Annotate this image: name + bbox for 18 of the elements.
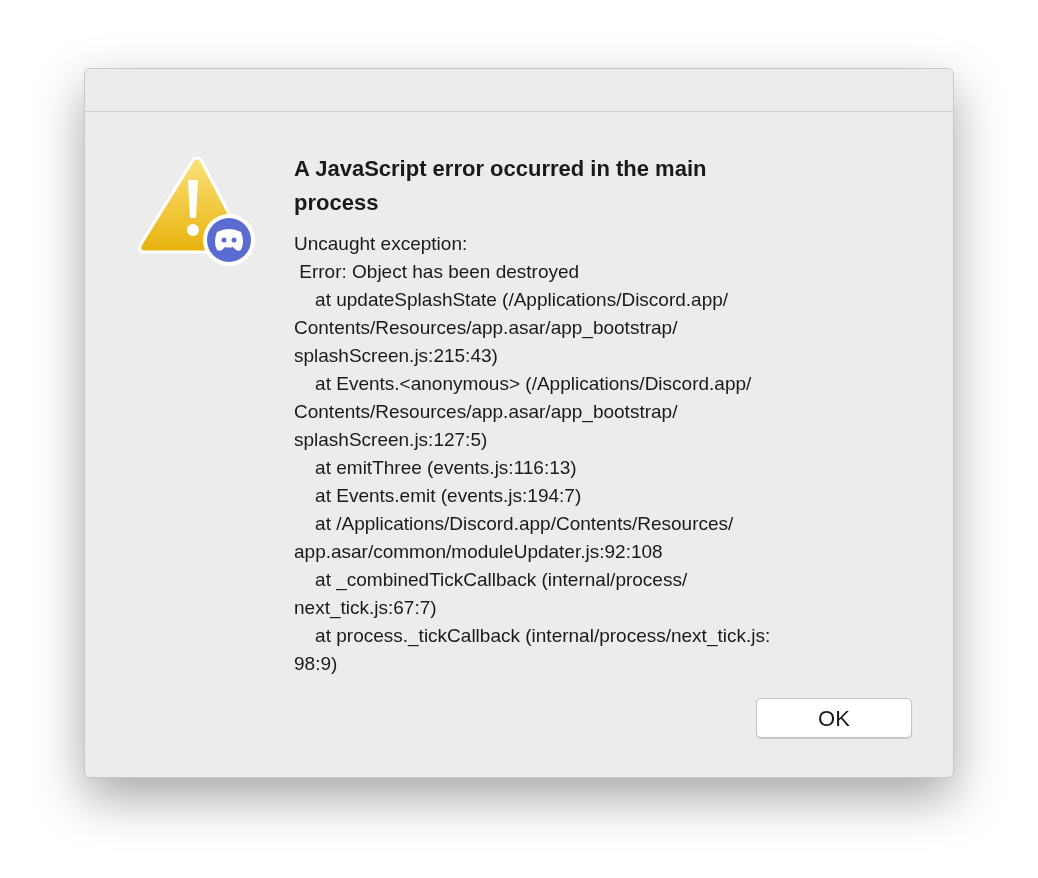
message-line: Uncaught exception:	[294, 232, 468, 256]
message-line: at Events.<anonymous> (/Applications/Discord.app/	[314, 372, 752, 396]
message-line: at updateSplashState (/Applications/Discord.app/	[314, 288, 729, 312]
message-line: Contents/Resources/app.asar/app_bootstrap/	[294, 400, 678, 425]
message-line: at _combinedTickCallback (internal/process/	[314, 568, 688, 593]
message-line: at emitThree (events.js:116:13)	[314, 456, 577, 480]
message-line: app.asar/common/moduleUpdater.js:92:108	[294, 540, 663, 564]
message-line: splashScreen.js:215:43)	[294, 344, 498, 368]
message-line: at Events.emit (events.js:194:7)	[314, 484, 582, 508]
message-line: Contents/Resources/app.asar/app_bootstrap/	[294, 316, 678, 341]
message-line: Error: Object has been destroyed	[298, 260, 580, 284]
message-line: 98:9)	[294, 652, 338, 676]
ok-button[interactable]: OK	[756, 698, 912, 738]
dialog-title: A JavaScript error occurred in the main process	[294, 155, 708, 217]
message-line: splashScreen.js:127:5)	[294, 428, 488, 452]
message-line: at /Applications/Discord.app/Contents/Resources/	[314, 512, 734, 536]
message-line: next_tick.js:67:7)	[294, 596, 437, 621]
message-line: at process._tickCallback (internal/process/next_tick.js:	[314, 624, 771, 649]
